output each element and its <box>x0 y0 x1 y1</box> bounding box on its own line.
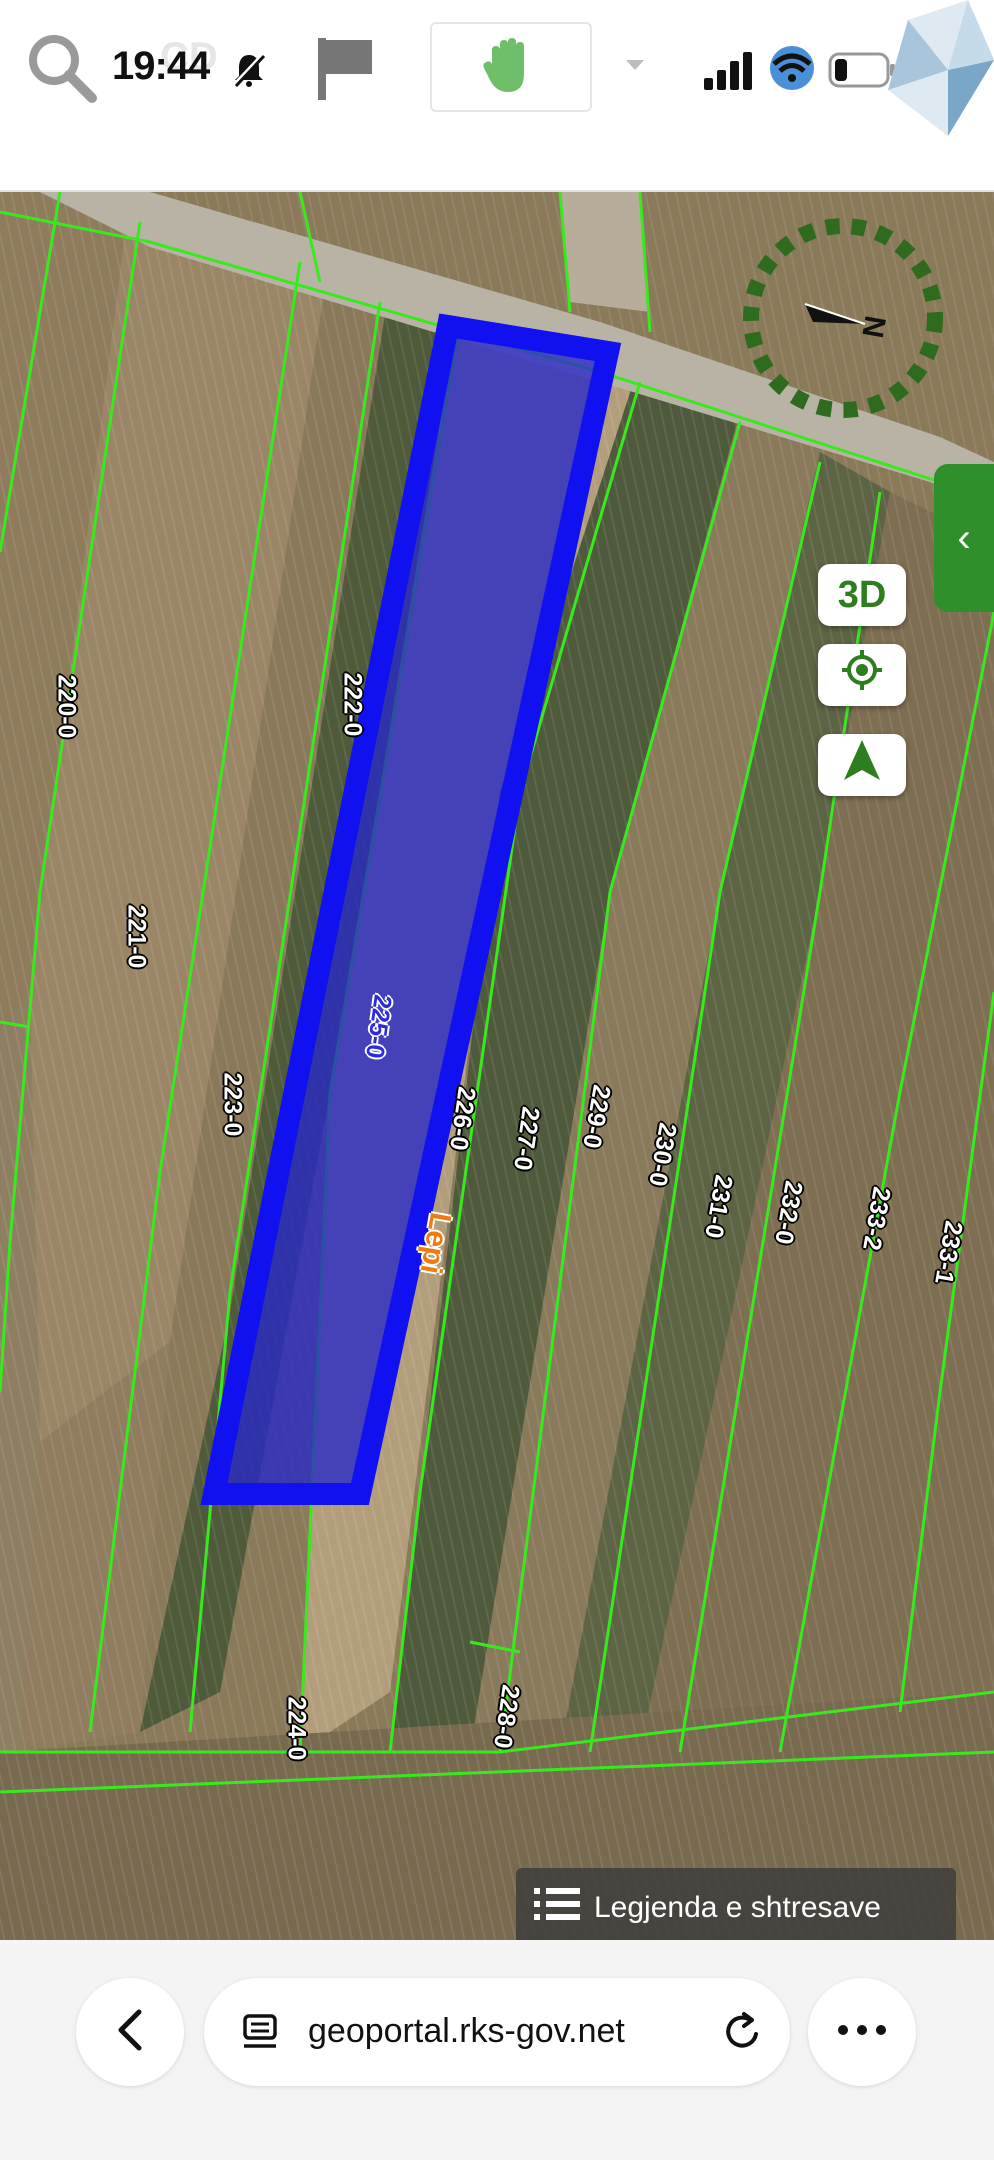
browser-bottom-bar: geoportal.rks-gov.net <box>0 1940 994 2160</box>
locate-button[interactable] <box>818 644 906 706</box>
url-text: geoportal.rks-gov.net <box>308 2012 625 2050</box>
layer-legend-button[interactable]: Legjenda e shtresave <box>516 1868 956 1940</box>
wifi-icon <box>766 44 818 95</box>
satellite-parcel-layer: N <box>0 192 994 1940</box>
navigate-button[interactable] <box>818 734 906 796</box>
chevron-left-icon <box>115 2008 145 2057</box>
back-button[interactable] <box>76 1978 184 2086</box>
map-view[interactable]: N 220-0 221-0 222-0 223-0 224-0 225-0 22… <box>0 192 994 1940</box>
parcel-label-222-0: 222-0 <box>338 672 367 737</box>
parcel-label-220-0: 220-0 <box>52 674 81 739</box>
parcel-label-224-0: 224-0 <box>282 1696 311 1761</box>
dropdown-arrow-icon[interactable] <box>624 58 646 77</box>
3d-view-button[interactable]: 3D <box>818 564 906 626</box>
legend-label: Legjenda e shtresave <box>594 1891 881 1924</box>
navigation-arrow-icon <box>842 738 882 792</box>
more-options-button[interactable] <box>808 1978 916 2086</box>
address-bar[interactable]: geoportal.rks-gov.net <box>204 1978 790 2086</box>
hand-icon <box>478 34 542 103</box>
app-logo <box>888 0 994 141</box>
bell-muted-icon <box>232 52 266 93</box>
list-icon <box>534 1886 580 1930</box>
signal-icon <box>704 50 754 95</box>
page-icon <box>240 2012 280 2057</box>
parcel-label-223-0: 223-0 <box>218 1072 247 1137</box>
ellipsis-icon <box>837 2023 887 2041</box>
reload-icon[interactable] <box>720 2010 764 2059</box>
chevron-left-icon: ‹ <box>957 515 971 560</box>
3d-button-label: 3D <box>837 573 887 616</box>
side-panel-toggle[interactable]: ‹ <box>934 464 994 612</box>
parcel-label-221-0: 221-0 <box>122 904 151 969</box>
flag-icon[interactable] <box>314 34 376 109</box>
crosshair-icon <box>840 648 884 702</box>
top-toolbar: CD 19:44 <box>0 0 994 192</box>
hand-tool-button[interactable] <box>430 22 592 112</box>
search-icon[interactable] <box>24 30 98 109</box>
status-time: 19:44 <box>112 44 210 88</box>
